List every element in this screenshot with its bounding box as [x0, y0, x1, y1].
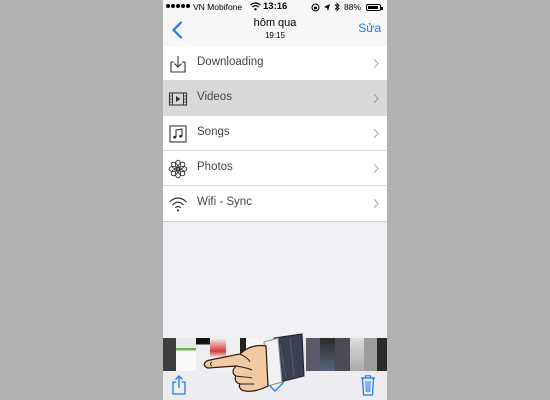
battery-icon — [366, 4, 383, 11]
battery-percent: 88% — [344, 2, 362, 12]
thumbnail[interactable] — [364, 338, 377, 371]
list-item-label: Photos — [197, 161, 233, 173]
chevron-right-icon — [373, 163, 379, 174]
chevron-right-icon — [373, 93, 379, 104]
signal-strength-icon — [166, 4, 190, 8]
carrier-name: VN Mobifone — [193, 2, 243, 12]
thumbnail[interactable] — [377, 338, 387, 371]
edit-button[interactable]: Sửa — [358, 21, 381, 35]
music-icon — [169, 125, 187, 143]
list-item-label: Wifi - Sync — [197, 196, 252, 208]
thumbnail[interactable] — [335, 338, 350, 371]
list-item-photos[interactable]: Photos — [163, 151, 387, 186]
page-title: hôm qua — [253, 17, 297, 29]
share-button[interactable] — [171, 375, 187, 400]
chevron-right-icon — [373, 128, 379, 139]
navigation-bar: hôm qua 19:15 Sửa — [163, 14, 387, 47]
trash-icon — [361, 375, 375, 396]
chevron-right-icon — [373, 58, 379, 69]
clock: 13:16 — [263, 1, 288, 12]
list-item-label: Downloading — [197, 56, 264, 68]
list-item-videos[interactable]: Videos — [163, 81, 387, 116]
status-icons — [311, 2, 340, 12]
list-item-label: Videos — [197, 91, 232, 103]
film-icon — [168, 92, 188, 106]
rotation-lock-icon — [311, 3, 320, 11]
flower-icon — [168, 159, 188, 179]
screenshot-stage: VN Mobifone 13:16 88% hôm qua 19:15 Sửa … — [0, 0, 550, 400]
list-item-wifi-sync[interactable]: Wifi - Sync — [163, 186, 387, 221]
wifi-status-icon — [250, 2, 261, 13]
thumbnail[interactable] — [163, 338, 176, 371]
list-item-songs[interactable]: Songs — [163, 116, 387, 151]
menu-list: Downloading Videos Songs Photos Wifi - S… — [163, 46, 387, 222]
thumbnail[interactable] — [350, 338, 364, 371]
wifi-icon — [169, 197, 187, 212]
thumbnail[interactable] — [176, 338, 196, 371]
list-item-label: Songs — [197, 126, 230, 138]
list-item-downloading[interactable]: Downloading — [163, 46, 387, 81]
delete-button[interactable] — [360, 374, 376, 400]
thumbnail[interactable] — [320, 338, 335, 371]
download-icon — [170, 56, 186, 73]
bluetooth-icon — [334, 2, 340, 12]
thumbnail[interactable] — [306, 338, 320, 371]
page-subtitle: 19:15 — [264, 31, 286, 40]
share-icon — [172, 375, 186, 395]
chevron-right-icon — [373, 198, 379, 209]
pointing-hand-icon — [203, 333, 305, 392]
status-bar: VN Mobifone 13:16 88% — [163, 0, 387, 14]
location-arrow-icon — [324, 3, 330, 11]
